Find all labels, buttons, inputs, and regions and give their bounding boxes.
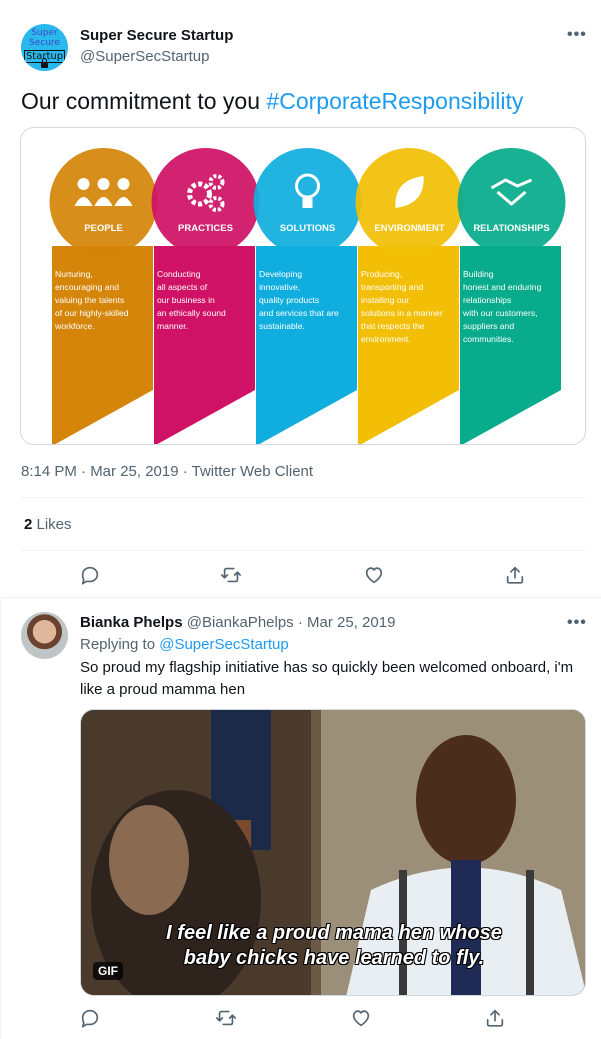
- avatar-text-1: Super: [31, 28, 58, 38]
- divider: [21, 497, 586, 498]
- pillar-text-line: environment.: [361, 334, 411, 344]
- reply-share-icon[interactable]: [484, 1007, 506, 1029]
- pillar-title: SOLUTIONS: [280, 223, 335, 234]
- pillar-text-line: honest and enduring: [463, 282, 542, 292]
- author-avatar[interactable]: Super Secure Startup: [21, 24, 68, 71]
- pillar-text-line: innovative,: [259, 282, 300, 292]
- pillar-text-line: with our customers,: [462, 308, 538, 318]
- tweet-text: Our commitment to you #CorporateResponsi…: [21, 88, 523, 115]
- gif-caption-line-1: I feel like a proud mama hen whose: [166, 922, 502, 944]
- retweet-icon[interactable]: [220, 564, 242, 586]
- like-icon[interactable]: [363, 564, 385, 586]
- reply-author-handle[interactable]: @BiankaPhelps: [187, 614, 294, 631]
- pillar-text-line: sustainable.: [259, 321, 305, 331]
- reply-separator: ·: [293, 614, 308, 631]
- author-name[interactable]: Super Secure Startup: [80, 27, 233, 44]
- pillar-text-line: our business in: [157, 295, 215, 305]
- pillar-title: ENVIRONMENT: [374, 223, 444, 234]
- pillar-title: RELATIONSHIPS: [473, 223, 549, 234]
- reply-more-options-icon[interactable]: •••: [567, 614, 587, 632]
- pillar-text-line: Producing,: [361, 269, 402, 279]
- gif-caption-line-2: baby chicks have learned to fly.: [183, 947, 485, 969]
- pillar-text-line: workforce.: [54, 321, 95, 331]
- tweet-timestamp[interactable]: 8:14 PM · Mar 25, 2019 · Twitter Web Cli…: [21, 463, 313, 480]
- gif-badge: GIF: [93, 962, 123, 980]
- pillar-title: PEOPLE: [84, 223, 123, 234]
- avatar-text-2: Secure: [29, 38, 60, 48]
- pillar-text-line: that respects the: [361, 321, 425, 331]
- reply-text: So proud my flagship initiative has so q…: [80, 659, 574, 698]
- reply-retweet-icon[interactable]: [215, 1007, 237, 1029]
- pillar-title: PRACTICES: [178, 223, 233, 234]
- reply-author-avatar[interactable]: [21, 612, 68, 659]
- share-icon[interactable]: [504, 564, 526, 586]
- replying-prefix: Replying to: [80, 636, 160, 653]
- pillar-text-line: of our highly-skilled: [55, 308, 129, 318]
- likes-label: Likes: [32, 516, 72, 533]
- pillar-text-line: Nurturing,: [55, 269, 93, 279]
- infographic: PEOPLE Nurturing, encouraging and valuing t…: [49, 148, 566, 444]
- reply-author-name[interactable]: Bianka Phelps: [80, 614, 183, 631]
- replying-handle-link[interactable]: @SuperSecStartup: [159, 636, 288, 653]
- divider: [21, 550, 586, 551]
- pillar-text-line: all aspects of: [157, 282, 208, 292]
- pillar-text-line: valuing the talents: [55, 295, 124, 305]
- reply-header: Bianka Phelps @BiankaPhelps · Mar 25, 20…: [80, 614, 395, 631]
- reply-gif[interactable]: I feel like a proud mama hen whose baby …: [80, 709, 586, 996]
- pillar-text-line: relationships: [463, 295, 511, 305]
- pillar-text-line: installing our: [361, 295, 409, 305]
- reply-reply-icon[interactable]: [79, 1007, 101, 1029]
- more-options-icon[interactable]: •••: [567, 26, 587, 44]
- pillar-text-line: Developing: [259, 269, 302, 279]
- pillar-text-line: and services that are: [259, 308, 339, 318]
- pillar-text-line: solutions in a manner: [361, 308, 443, 318]
- pillar-circle: [457, 148, 566, 256]
- pillar-text-line: suppliers and: [463, 321, 514, 331]
- replying-to: Replying to @SuperSecStartup: [80, 636, 289, 653]
- pillar-text-line: encouraging and: [55, 282, 119, 292]
- pillar-text-line: quality products: [259, 295, 319, 305]
- tweet-text-body: Our commitment to you: [21, 88, 267, 114]
- reply-like-icon[interactable]: [350, 1007, 372, 1029]
- reply-icon[interactable]: [79, 564, 101, 586]
- pillar-text-line: manner.: [157, 321, 188, 331]
- reply-date[interactable]: Mar 25, 2019: [307, 614, 395, 631]
- pillar-text-line: an ethically sound: [157, 308, 226, 318]
- hashtag-link[interactable]: #CorporateResponsibility: [266, 88, 523, 114]
- main-tweet: Super Secure Startup Super Secure Startu…: [0, 0, 601, 598]
- pillar-text-line: Conducting: [157, 269, 201, 279]
- likes-count[interactable]: 2 Likes: [24, 516, 72, 533]
- author-handle[interactable]: @SuperSecStartup: [80, 48, 209, 65]
- pillar-text-line: communities.: [463, 334, 514, 344]
- pillar-text-line: Building: [463, 269, 494, 279]
- pillar-text-line: transporting and: [361, 282, 423, 292]
- tweet-image[interactable]: PEOPLE Nurturing, encouraging and valuing t…: [20, 127, 586, 445]
- lock-icon: [41, 58, 48, 68]
